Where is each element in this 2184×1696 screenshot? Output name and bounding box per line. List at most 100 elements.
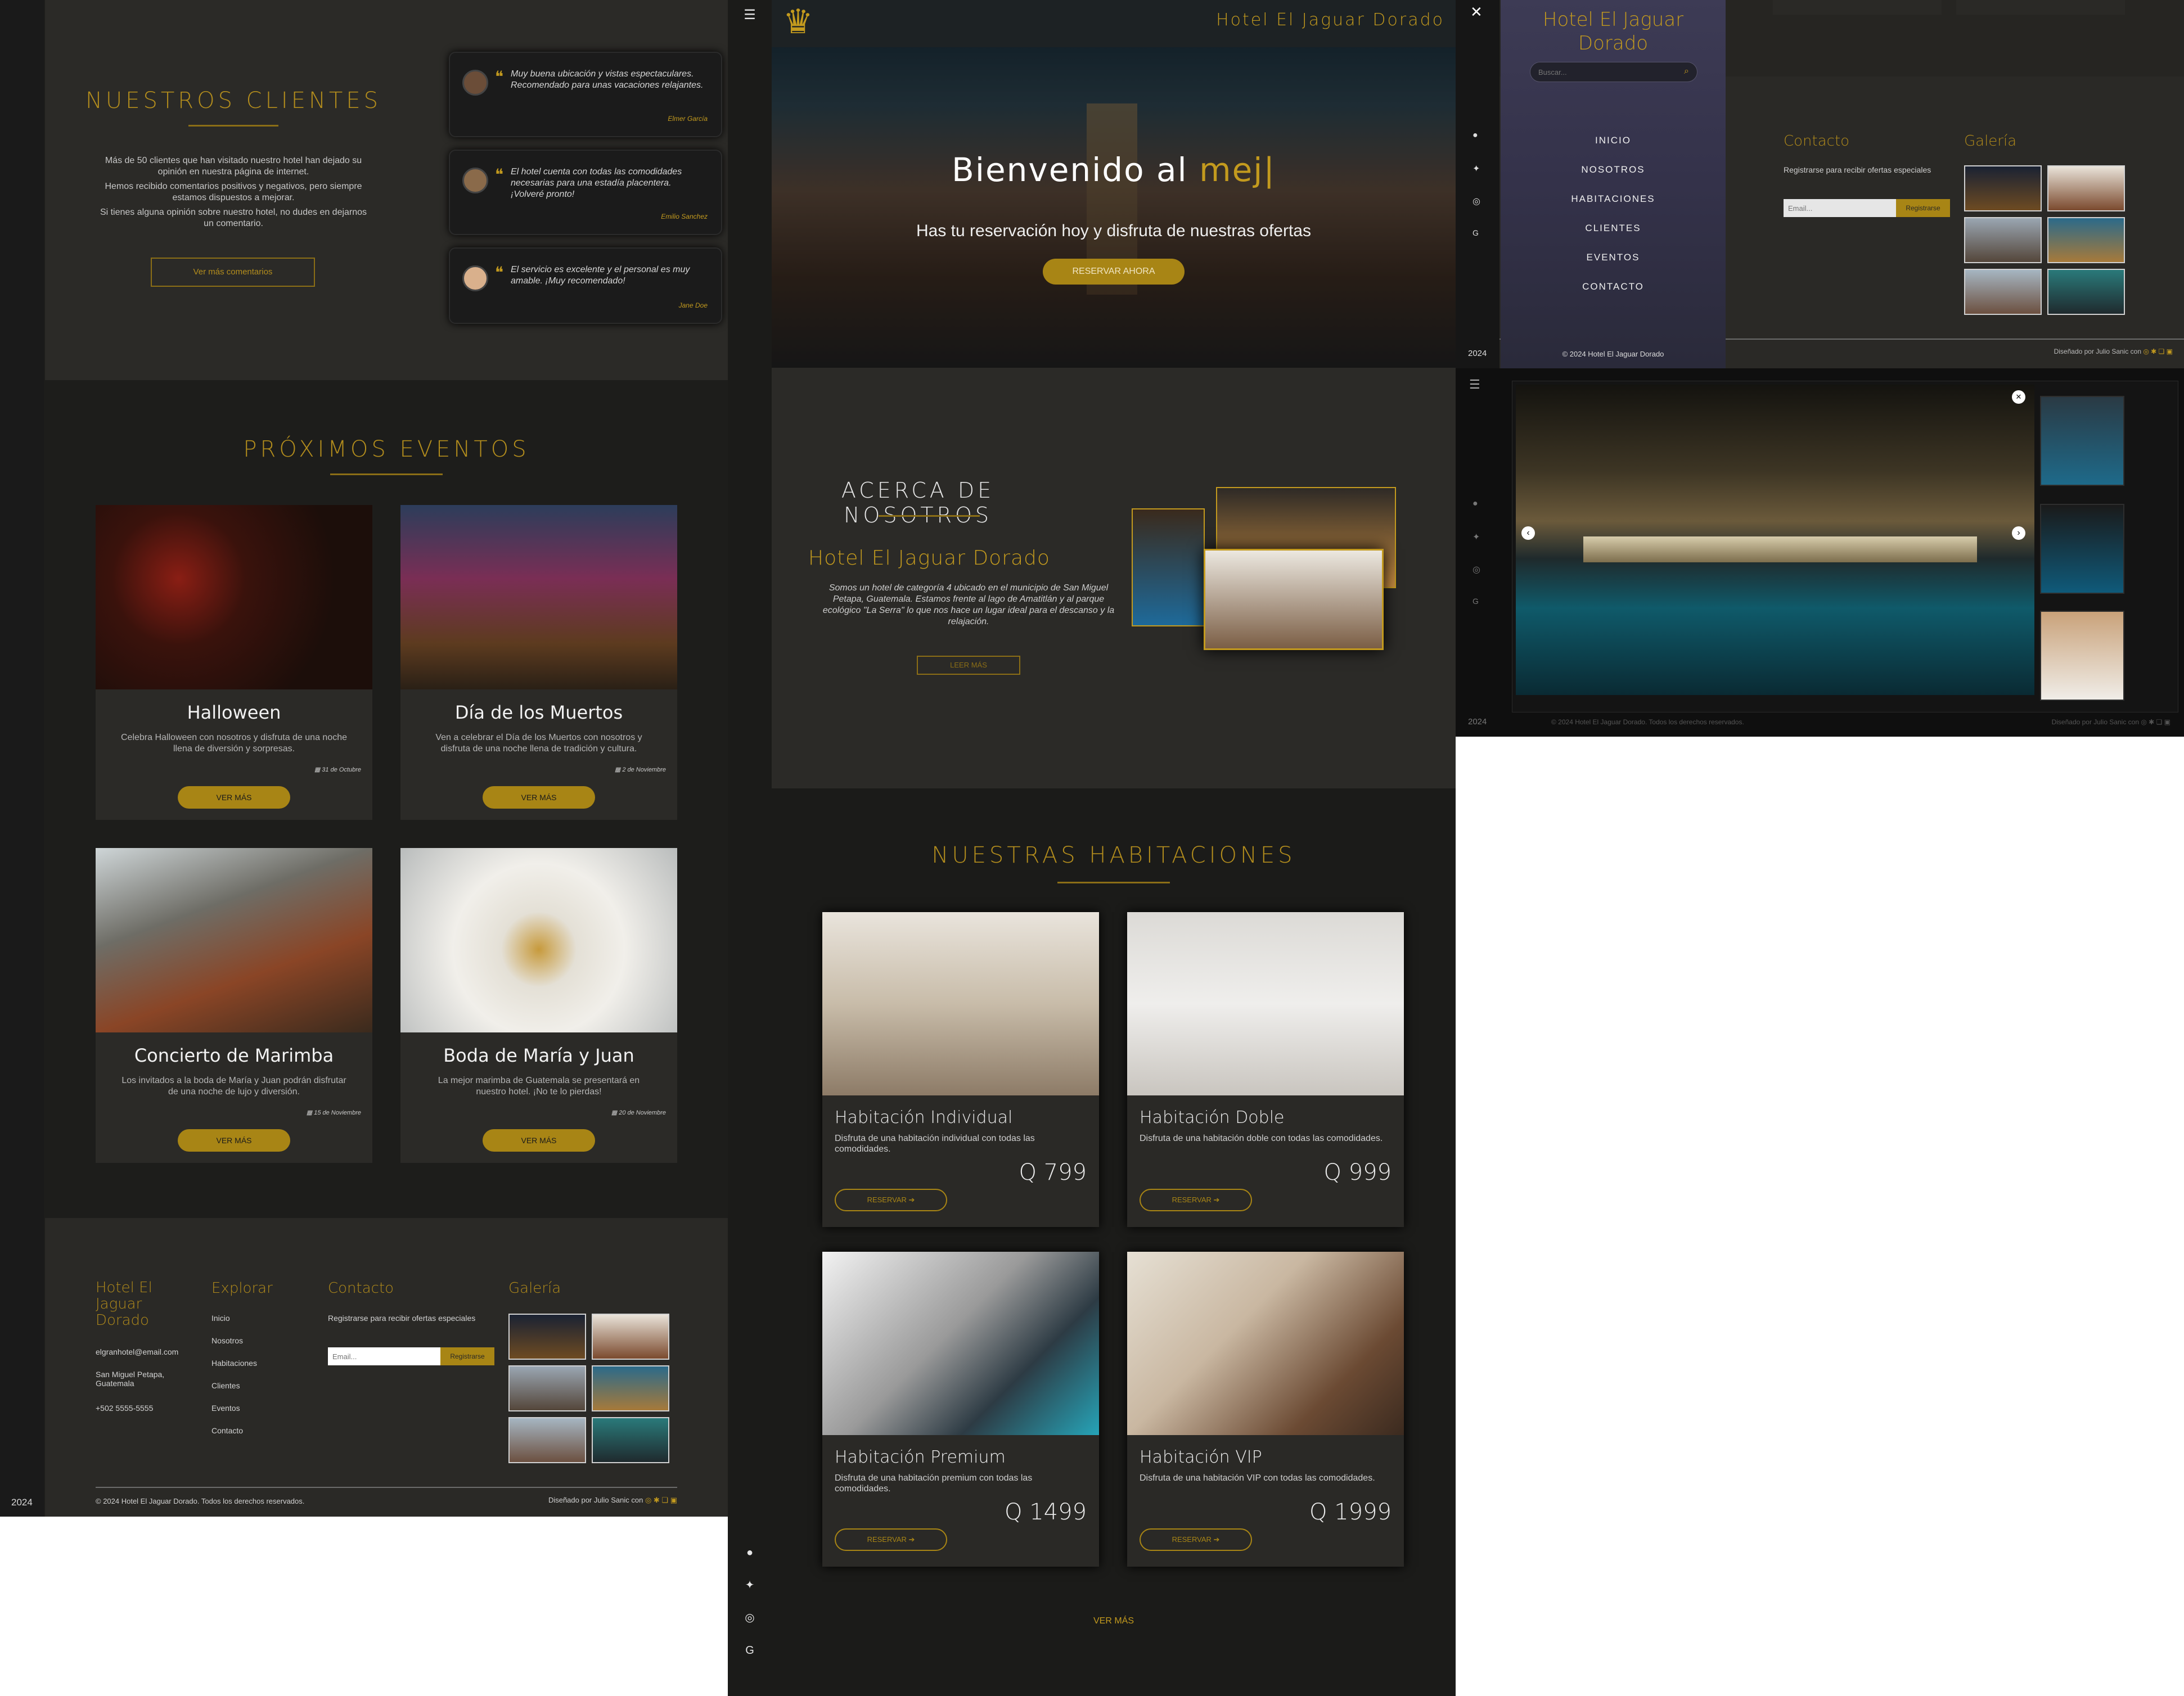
credits: Diseñado por Julio Sanic con ◎ ✱ ❏ ▣ bbox=[548, 1496, 677, 1505]
gallery-thumb[interactable] bbox=[2047, 165, 2125, 211]
event-image bbox=[400, 505, 677, 689]
prev-arrow-icon[interactable]: ‹ bbox=[1521, 526, 1535, 540]
google-plus-icon[interactable]: G bbox=[1472, 228, 1479, 237]
event-card: Día de los Muertos Ven a celebrar el Día… bbox=[400, 505, 677, 820]
instagram-icon[interactable]: ◎ bbox=[1472, 196, 1480, 207]
room-desc: Disfruta de una habitación premium con t… bbox=[835, 1473, 1033, 1494]
event-date: ▦ 20 de Noviembre bbox=[611, 1109, 666, 1116]
footer-link-contacto[interactable]: Contacto bbox=[211, 1426, 257, 1449]
hamburger-icon[interactable]: ☰ bbox=[1469, 377, 1480, 392]
hero-welcome: Bienvenido al bbox=[952, 151, 1188, 189]
reserve-button[interactable]: RESERVAR ➔ bbox=[1140, 1528, 1252, 1551]
menu-item-contacto[interactable]: CONTACTO bbox=[1501, 281, 1726, 310]
gallery-thumb[interactable] bbox=[592, 1314, 669, 1360]
hamburger-icon[interactable]: ☰ bbox=[742, 8, 757, 22]
rooms-more-link[interactable]: VER MÁS bbox=[772, 1616, 1456, 1626]
footer-brand: Hotel El Jaguar Dorado bbox=[96, 1279, 152, 1329]
read-more-button[interactable]: LEER MÁS bbox=[917, 656, 1020, 675]
event-title: Concierto de Marimba bbox=[134, 1045, 334, 1066]
menu-item-eventos[interactable]: EVENTOS bbox=[1501, 252, 1726, 281]
credits: Diseñado por Julio Sanic con ◎ ✱ ❏ ▣ bbox=[2054, 348, 2173, 355]
clients-section: NUESTROS CLIENTES Más de 50 clientes que… bbox=[45, 0, 728, 380]
twitter-icon[interactable]: ✦ bbox=[1472, 163, 1480, 174]
menu-item-habitaciones[interactable]: HABITACIONES bbox=[1501, 193, 1726, 223]
footer-link-eventos[interactable]: Eventos bbox=[211, 1404, 257, 1426]
lightbox-thumb[interactable] bbox=[2040, 396, 2124, 486]
search-input[interactable] bbox=[1538, 66, 1668, 78]
reserve-button[interactable]: RESERVAR ➔ bbox=[835, 1528, 947, 1551]
navbar-brand[interactable]: Hotel El Jaguar Dorado bbox=[1216, 10, 1444, 30]
gallery-thumb[interactable] bbox=[2047, 269, 2125, 315]
lightbox-thumb[interactable] bbox=[2040, 504, 2124, 594]
menu-item-clientes[interactable]: CLIENTES bbox=[1501, 223, 1726, 252]
search-icon[interactable]: ⌕ bbox=[1684, 66, 1689, 76]
event-title: Halloween bbox=[187, 702, 281, 723]
gallery-thumb[interactable] bbox=[1964, 217, 2042, 263]
close-icon[interactable]: ✕ bbox=[2012, 390, 2025, 404]
event-card: Halloween Celebra Halloween con nosotros… bbox=[96, 505, 372, 820]
panel-clients-events: 2024 NUESTROS CLIENTES Más de 50 cliente… bbox=[0, 0, 728, 1517]
testimonial-author: Elmer García bbox=[668, 115, 708, 123]
register-button[interactable]: Registrarse bbox=[440, 1347, 494, 1365]
gallery-thumb[interactable] bbox=[1964, 269, 2042, 315]
rooms-section: NUESTRAS HABITACIONES Habitación Individ… bbox=[772, 788, 1456, 1696]
newsletter-email-input[interactable] bbox=[328, 1347, 440, 1365]
event-more-button[interactable]: VER MÁS bbox=[178, 1129, 290, 1152]
reserve-button[interactable]: RESERVAR ➔ bbox=[1140, 1189, 1252, 1211]
register-button[interactable]: Registrarse bbox=[1896, 199, 1950, 217]
crown-logo-icon[interactable]: ♛ bbox=[783, 3, 813, 40]
event-desc: Ven a celebrar el Día de los Muertos con… bbox=[435, 733, 642, 754]
lightbox-thumb[interactable] bbox=[2040, 611, 2124, 701]
more-comments-button[interactable]: Ver más comentarios bbox=[151, 258, 315, 287]
close-icon[interactable]: ✕ bbox=[1470, 3, 1483, 21]
instagram-icon[interactable]: ◎ bbox=[1472, 564, 1480, 575]
typing-cursor: | bbox=[1263, 151, 1276, 189]
menu-search[interactable]: ⌕ bbox=[1530, 62, 1697, 82]
footer: Hotel El Jaguar Dorado elgranhotel@email… bbox=[45, 1218, 728, 1517]
google-plus-icon[interactable]: G bbox=[1472, 597, 1479, 606]
about-text: Somos un hotel de categoría 4 ubicado en… bbox=[822, 583, 1115, 626]
menu-item-inicio[interactable]: INICIO bbox=[1501, 135, 1726, 164]
event-date: ▦ 2 de Noviembre bbox=[615, 766, 666, 773]
title-underline bbox=[1057, 882, 1170, 883]
facebook-icon[interactable]: ● bbox=[1472, 499, 1478, 509]
reserve-button[interactable]: RESERVAR ➔ bbox=[835, 1189, 947, 1211]
gallery-thumb[interactable] bbox=[508, 1314, 586, 1360]
gallery-thumb[interactable] bbox=[592, 1417, 669, 1463]
menu-item-nosotros[interactable]: NOSOTROS bbox=[1501, 164, 1726, 193]
reserve-now-button[interactable]: RESERVAR AHORA bbox=[1043, 259, 1185, 285]
twitter-icon[interactable]: ✦ bbox=[742, 1578, 757, 1593]
gallery-thumb[interactable] bbox=[508, 1417, 586, 1463]
gallery-thumb[interactable] bbox=[2047, 217, 2125, 263]
event-more-button[interactable]: VER MÁS bbox=[483, 1129, 595, 1152]
newsletter-email-input[interactable] bbox=[1784, 199, 1896, 217]
quote-icon: ❝ bbox=[495, 263, 504, 282]
explore-title: Explorar bbox=[211, 1280, 273, 1297]
instagram-icon[interactable]: ◎ bbox=[742, 1611, 757, 1625]
hero-heading: Bienvenido al mej| bbox=[772, 151, 1456, 189]
room-image bbox=[822, 1252, 1099, 1435]
facebook-icon[interactable]: ● bbox=[742, 1545, 757, 1560]
about-photo-pool bbox=[1132, 508, 1205, 626]
footer-link-inicio[interactable]: Inicio bbox=[211, 1314, 257, 1336]
gallery-thumb[interactable] bbox=[508, 1365, 586, 1411]
twitter-icon[interactable]: ✦ bbox=[1472, 531, 1480, 543]
footer-link-habitaciones[interactable]: Habitaciones bbox=[211, 1359, 257, 1381]
credits-text: Diseñado por Julio Sanic con bbox=[2054, 348, 2142, 355]
footer-link-nosotros[interactable]: Nosotros bbox=[211, 1336, 257, 1359]
google-plus-icon[interactable]: G bbox=[742, 1643, 757, 1658]
facebook-icon[interactable]: ● bbox=[1472, 130, 1478, 141]
next-arrow-icon[interactable]: › bbox=[2012, 526, 2025, 540]
footer-link-clientes[interactable]: Clientes bbox=[211, 1381, 257, 1404]
event-more-button[interactable]: VER MÁS bbox=[483, 786, 595, 809]
hero-typed-text: mej bbox=[1199, 151, 1264, 189]
js-icon: ❏ bbox=[659, 1496, 669, 1504]
gallery-thumb[interactable] bbox=[1964, 165, 2042, 211]
footer-phone: +502 5555-5555 bbox=[96, 1404, 154, 1413]
calendar-icon: ▦ bbox=[614, 766, 623, 773]
calendar-icon: ▦ bbox=[611, 1109, 619, 1116]
credits-text: Diseñado por Julio Sanic con bbox=[548, 1496, 643, 1504]
gallery-thumb[interactable] bbox=[592, 1365, 669, 1411]
avatar bbox=[462, 168, 488, 193]
event-more-button[interactable]: VER MÁS bbox=[178, 786, 290, 809]
